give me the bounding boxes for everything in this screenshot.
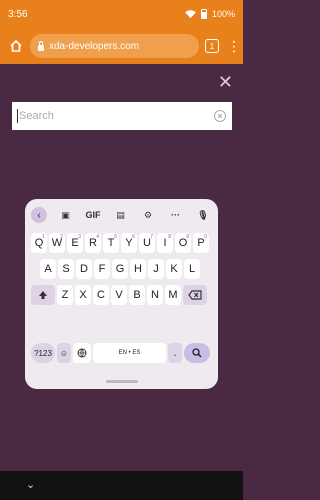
keyboard-drag-handle[interactable] [106,380,138,383]
clear-search-icon[interactable]: ✕ [214,110,226,122]
key-q[interactable]: Q1 [31,233,47,253]
key-f[interactable]: F [94,259,110,279]
keyboard-row-1: Q1 W2 E3 R4 T5 Y6 U7 I8 O9 P0 [31,233,209,253]
shift-key[interactable] [31,285,55,305]
backspace-icon [188,290,202,300]
key-z[interactable]: Z [57,285,73,305]
key-h[interactable]: H [130,259,146,279]
status-time: 3:56 [8,8,28,20]
key-s[interactable]: S [58,259,74,279]
shift-icon [39,291,47,299]
key-o[interactable]: O9 [175,233,191,253]
key-v[interactable]: V [111,285,127,305]
browser-toolbar: xda-developers.com 1 ⋮ [0,28,243,64]
language-key[interactable] [73,343,91,363]
key-x[interactable]: X [75,285,91,305]
key-d[interactable]: D [76,259,92,279]
key-b[interactable]: B [129,285,145,305]
address-bar[interactable]: xda-developers.com [30,34,199,58]
battery-icon [200,9,207,19]
keyboard-row-2: A S D F G H J K L [40,259,200,279]
tab-count: 1 [209,41,215,51]
key-w[interactable]: W2 [49,233,65,253]
key-i[interactable]: I8 [157,233,173,253]
backspace-key[interactable] [183,285,207,305]
key-c[interactable]: C [93,285,109,305]
tab-switcher-button[interactable]: 1 [205,39,219,53]
key-j[interactable]: J [148,259,164,279]
more-menu-icon[interactable]: ⋮ [227,39,241,53]
url-text: xda-developers.com [49,40,140,52]
microphone-icon[interactable]: 🎙 [194,210,212,221]
space-key[interactable]: EN • ES [93,343,166,363]
search-field[interactable]: ✕ [12,102,232,130]
battery-percent: 100% [211,9,235,19]
search-icon [192,348,202,358]
sticker-icon[interactable]: ▣ [57,210,75,221]
key-k[interactable]: K [166,259,182,279]
gif-button[interactable]: GIF [84,210,102,220]
lock-icon [38,40,44,51]
key-n[interactable]: N [147,285,163,305]
key-y[interactable]: Y6 [121,233,137,253]
dismiss-keyboard-icon[interactable]: ⌄ [26,478,35,491]
key-m[interactable]: M [165,285,181,305]
text-cursor [17,109,18,123]
keyboard-row-3: Z X C V B N M [31,285,207,305]
keyboard-row-4: ?123 ☺ EN • ES . [31,343,210,363]
key-p[interactable]: P0 [193,233,209,253]
clipboard-icon[interactable]: ▤ [112,210,130,221]
globe-icon [77,348,87,358]
emoji-key[interactable]: ☺ [57,343,71,363]
wifi-icon [185,9,196,18]
system-nav-bar: ⌄ [0,471,243,500]
home-button[interactable] [6,36,26,56]
more-options-icon[interactable]: ··· [167,210,185,220]
on-screen-keyboard: ‹ ▣ GIF ▤ ⚙ ··· 🎙 Q1 W2 E3 R4 T5 Y6 U7 I… [25,199,218,389]
settings-gear-icon[interactable]: ⚙ [139,210,157,221]
search-input[interactable] [19,110,214,122]
status-icons: 100% [185,9,235,19]
key-e[interactable]: E3 [67,233,83,253]
key-a[interactable]: A [40,259,56,279]
key-t[interactable]: T5 [103,233,119,253]
key-u[interactable]: U7 [139,233,155,253]
key-g[interactable]: G [112,259,128,279]
key-r[interactable]: R4 [85,233,101,253]
close-icon[interactable]: ✕ [218,72,233,93]
search-action-key[interactable] [184,343,210,363]
status-bar: 3:56 100% [0,0,243,28]
numbers-key[interactable]: ?123 [31,343,55,363]
period-key[interactable]: . [168,343,182,363]
collapse-toolbar-icon[interactable]: ‹ [31,207,47,223]
key-l[interactable]: L [184,259,200,279]
keyboard-toolbar: ‹ ▣ GIF ▤ ⚙ ··· 🎙 [31,205,212,225]
home-icon [10,40,22,52]
